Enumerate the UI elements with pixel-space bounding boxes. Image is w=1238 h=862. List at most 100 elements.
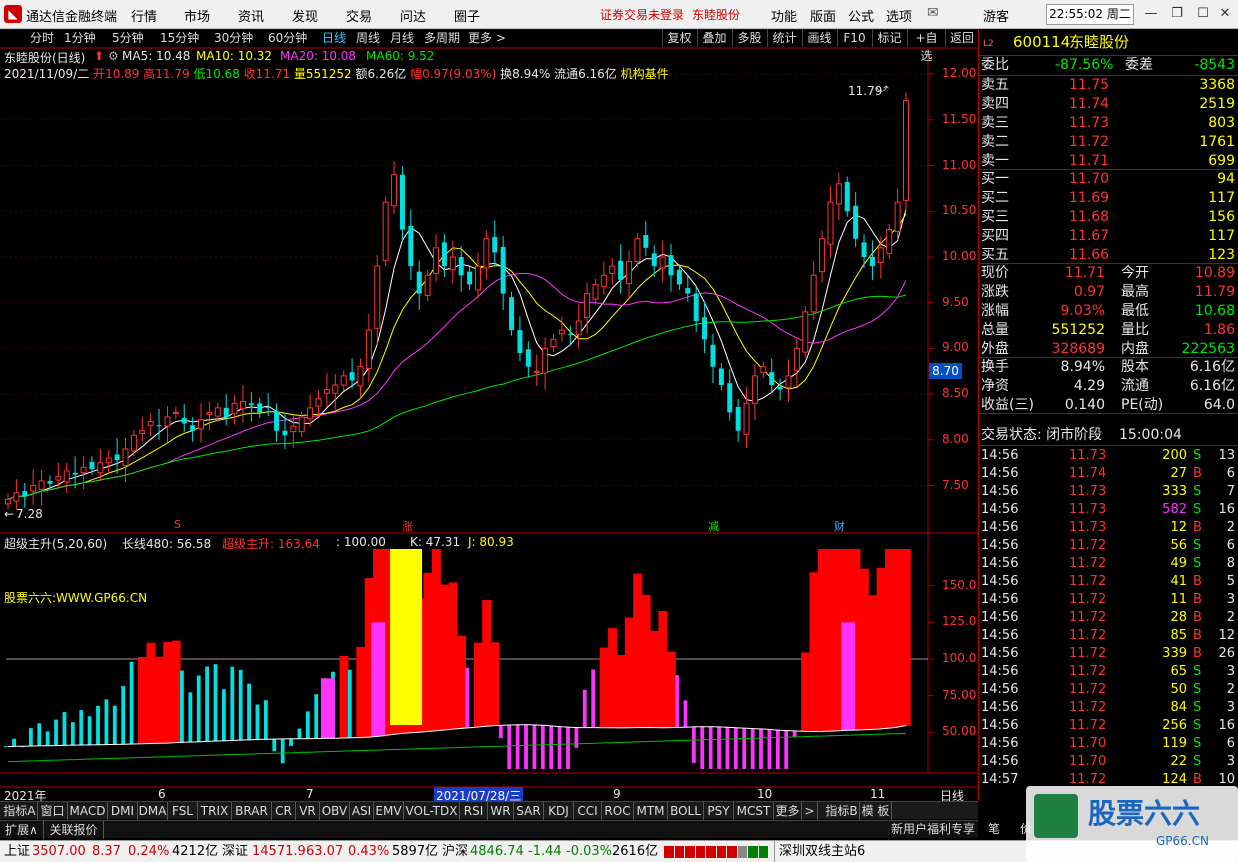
login-alert[interactable]: 证券交易未登录 bbox=[600, 6, 684, 23]
indicator-tab-11[interactable]: ASI bbox=[350, 802, 374, 820]
menu-banmian[interactable]: 版面 bbox=[810, 6, 836, 25]
candle-body[interactable] bbox=[139, 430, 146, 434]
bid-row[interactable]: 买一 11.70 94 bbox=[979, 170, 1238, 188]
candle-body[interactable] bbox=[903, 100, 909, 201]
tick-row[interactable]: 14:56 11.73 333 S 7 bbox=[979, 483, 1238, 501]
candle-body[interactable] bbox=[533, 370, 540, 373]
candle-body[interactable] bbox=[584, 293, 591, 318]
indicator-tab-27[interactable]: 模 板 bbox=[860, 802, 892, 820]
candle-body[interactable] bbox=[727, 383, 733, 413]
menu-gongshi[interactable]: 公式 bbox=[848, 6, 874, 25]
tick-row[interactable]: 14:56 11.72 49 S 8 bbox=[979, 555, 1238, 573]
candle-body[interactable] bbox=[97, 462, 104, 474]
candle-body[interactable] bbox=[894, 201, 901, 232]
candle-body[interactable] bbox=[72, 472, 78, 475]
candle-body[interactable] bbox=[458, 257, 464, 276]
candle-body[interactable] bbox=[819, 238, 826, 273]
restore-icon[interactable]: ❐ bbox=[1166, 4, 1188, 24]
candle-body[interactable] bbox=[290, 425, 297, 433]
tick-row[interactable]: 14:56 11.72 50 S 2 bbox=[979, 681, 1238, 699]
candle-body[interactable] bbox=[827, 201, 834, 245]
candle-body[interactable] bbox=[542, 347, 549, 374]
candle-body[interactable] bbox=[609, 265, 616, 274]
sh-label[interactable]: 上证 bbox=[4, 841, 30, 862]
candle-body[interactable] bbox=[239, 400, 246, 410]
candle-body[interactable] bbox=[349, 372, 355, 381]
candle-body[interactable] bbox=[651, 253, 657, 267]
candle-body[interactable] bbox=[802, 311, 809, 353]
candle-body[interactable] bbox=[643, 235, 649, 248]
period-6[interactable]: 日线 bbox=[322, 29, 346, 48]
candle-body[interactable] bbox=[298, 416, 305, 433]
candle-body[interactable] bbox=[164, 416, 171, 427]
guest-login[interactable]: 游客 bbox=[983, 6, 1009, 25]
candle-body[interactable] bbox=[441, 242, 447, 267]
period-4[interactable]: 30分钟 bbox=[214, 29, 253, 48]
overlay-button[interactable]: 叠加 bbox=[697, 29, 731, 47]
candle-body[interactable] bbox=[55, 475, 62, 481]
menu-zixun[interactable]: 资讯 bbox=[238, 6, 264, 25]
tick-row[interactable]: 14:56 11.72 339 B 26 bbox=[979, 645, 1238, 663]
candle-body[interactable] bbox=[877, 247, 884, 263]
candle-body[interactable] bbox=[274, 411, 280, 431]
candle-body[interactable] bbox=[861, 242, 867, 257]
candle-body[interactable] bbox=[835, 183, 842, 205]
hs-label[interactable]: 沪深 bbox=[442, 841, 468, 862]
indicator-tab-20[interactable]: MTM bbox=[634, 802, 668, 820]
indicator-tab-21[interactable]: BOLL bbox=[668, 802, 704, 820]
ask-row[interactable]: 卖五 11.75 3368 bbox=[979, 76, 1238, 94]
candle-body[interactable] bbox=[600, 274, 607, 287]
tick-row[interactable]: 14:56 11.73 200 S 13 bbox=[979, 447, 1238, 465]
period-7[interactable]: 周线 bbox=[356, 29, 380, 48]
ask-row[interactable]: 卖四 11.74 2519 bbox=[979, 95, 1238, 113]
event-mark-cai[interactable]: 财 bbox=[834, 518, 845, 534]
tick-row[interactable]: 14:56 11.72 41 B 5 bbox=[979, 573, 1238, 591]
tick-row[interactable]: 14:56 11.72 11 B 3 bbox=[979, 591, 1238, 609]
indicator-title[interactable]: 超级主升(5,20,60) bbox=[4, 535, 107, 552]
period-1[interactable]: 1分钟 bbox=[64, 29, 96, 48]
maximize-icon[interactable]: ☐ bbox=[1192, 4, 1214, 24]
tick-row[interactable]: 14:56 11.73 582 S 16 bbox=[979, 501, 1238, 519]
candle-body[interactable] bbox=[408, 225, 414, 267]
candle-body[interactable] bbox=[718, 368, 724, 385]
candle-body[interactable] bbox=[399, 174, 405, 230]
close-icon[interactable]: ✕ bbox=[1214, 4, 1236, 24]
candle-body[interactable] bbox=[517, 330, 523, 353]
event-mark-s[interactable]: S bbox=[174, 518, 181, 531]
candle-body[interactable] bbox=[735, 406, 741, 431]
candle-body[interactable] bbox=[130, 434, 137, 452]
indicator-tab-5[interactable]: FSL bbox=[168, 802, 198, 820]
candle-body[interactable] bbox=[315, 398, 322, 407]
indicator-tab-26[interactable]: 指标B bbox=[824, 802, 860, 820]
event-mark-zhang[interactable]: 涨 bbox=[402, 518, 413, 534]
candle-body[interactable] bbox=[793, 347, 800, 371]
candle-body[interactable] bbox=[550, 338, 557, 348]
candle-body[interactable] bbox=[769, 372, 775, 385]
candle-body[interactable] bbox=[147, 421, 154, 426]
candle-body[interactable] bbox=[198, 419, 205, 430]
server-name[interactable]: 深圳双线主站6 bbox=[774, 841, 865, 862]
bid-row[interactable]: 买四 11.67 117 bbox=[979, 227, 1238, 245]
mark-button[interactable]: 标记 bbox=[872, 29, 906, 47]
candle-body[interactable] bbox=[248, 403, 254, 406]
candle-body[interactable] bbox=[676, 269, 682, 285]
indicator-tab-7[interactable]: BRAR bbox=[232, 802, 272, 820]
stats-button[interactable]: 统计 bbox=[767, 29, 801, 47]
bid-row[interactable]: 买五 11.66 123 bbox=[979, 246, 1238, 264]
menu-xuanxiang[interactable]: 选项 bbox=[886, 6, 912, 25]
period-0[interactable]: 分时 bbox=[30, 29, 54, 48]
kline-chart-svg[interactable] bbox=[0, 29, 978, 801]
candle-body[interactable] bbox=[634, 238, 641, 263]
candle-body[interactable] bbox=[265, 406, 271, 408]
candle-body[interactable] bbox=[307, 407, 314, 420]
candle-body[interactable] bbox=[449, 256, 456, 271]
candle-body[interactable] bbox=[668, 255, 674, 276]
candle-body[interactable] bbox=[558, 329, 565, 335]
candle-body[interactable] bbox=[693, 293, 699, 321]
event-mark-jian[interactable]: 减 bbox=[708, 518, 719, 534]
mail-icon[interactable]: ✉ bbox=[927, 5, 939, 21]
indicator-tab-9[interactable]: VR bbox=[296, 802, 320, 820]
candle-body[interactable] bbox=[751, 375, 758, 404]
minimize-icon[interactable]: — bbox=[1140, 4, 1162, 24]
tick-row[interactable]: 14:56 11.72 65 S 3 bbox=[979, 663, 1238, 681]
